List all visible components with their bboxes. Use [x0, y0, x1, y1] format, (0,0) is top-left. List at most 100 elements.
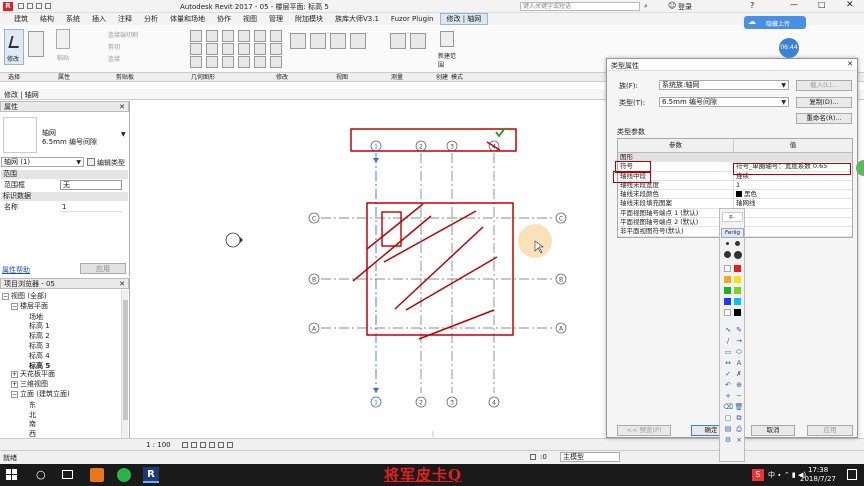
- notification-icon[interactable]: [847, 469, 857, 480]
- color-swatch[interactable]: [724, 265, 731, 272]
- param-row[interactable]: 轴线末段宽度 1: [618, 180, 852, 191]
- maximize-icon[interactable]: □: [818, 0, 826, 9]
- tree-item[interactable]: − 立面 (建筑立面): [2, 390, 120, 400]
- ellipse-icon[interactable]: ⬭: [734, 347, 744, 357]
- expand-toggle-icon[interactable]: −: [2, 293, 9, 300]
- menu-item[interactable]: 修改 | 轴网: [439, 13, 489, 25]
- duplicate-button[interactable]: 复制(D)...: [796, 97, 852, 108]
- measure-icon[interactable]: [410, 33, 426, 49]
- undo-icon[interactable]: ↶: [723, 380, 733, 390]
- ribbon-group-label[interactable]: 选择: [8, 73, 20, 82]
- expand-toggle-icon[interactable]: −: [11, 390, 18, 398]
- cloud-sync-widget[interactable]: ☁ 隐藏上传: [744, 16, 806, 29]
- close-icon[interactable]: ✕: [847, 60, 853, 68]
- scale-icon[interactable]: [238, 43, 250, 55]
- ribbon-group-label[interactable]: 剪贴板: [116, 73, 134, 82]
- menu-item[interactable]: Fuzor Plugin: [385, 13, 440, 25]
- menu-item[interactable]: 系统: [60, 13, 86, 25]
- workset-icon[interactable]: [530, 454, 536, 460]
- view-tool-icon[interactable]: [330, 33, 346, 49]
- color-swatch[interactable]: [734, 298, 741, 305]
- color-swatch[interactable]: [724, 298, 731, 305]
- login-link[interactable]: 登录: [678, 2, 692, 12]
- view-tool-icon[interactable]: [310, 33, 326, 49]
- search-icon[interactable]: ○: [36, 468, 46, 481]
- close-icon[interactable]: ✕: [119, 102, 125, 112]
- param-value[interactable]: [734, 227, 852, 235]
- menu-item[interactable]: 族库大师V3.1: [329, 13, 385, 25]
- tree-item[interactable]: 标高 1: [2, 321, 120, 331]
- model-selector[interactable]: 主模型: [560, 452, 620, 462]
- menu-item[interactable]: 注释: [112, 13, 138, 25]
- copy-icon[interactable]: ⧉: [734, 413, 744, 423]
- param-value[interactable]: [734, 209, 852, 217]
- tree-item[interactable]: 场地: [2, 312, 120, 322]
- param-value[interactable]: 1: [734, 181, 852, 189]
- name-value[interactable]: 1: [60, 202, 122, 212]
- ribbon-group-label[interactable]: 视图: [336, 73, 348, 82]
- color-swatch[interactable]: [734, 265, 741, 272]
- grid-drag-handle-icon[interactable]: [373, 158, 379, 163]
- menu-item[interactable]: 协作: [211, 13, 237, 25]
- rename-button[interactable]: 重命名(R)...: [796, 113, 852, 124]
- elevation-arrow-icon[interactable]: [240, 237, 243, 243]
- color-swatch[interactable]: [724, 276, 731, 283]
- load-button[interactable]: 载入(L)...: [796, 80, 852, 91]
- plus-icon[interactable]: +: [723, 391, 733, 401]
- pen-size-large-icon[interactable]: [724, 251, 731, 258]
- text-icon[interactable]: A: [734, 358, 744, 368]
- ribbon-group-label[interactable]: 测量: [391, 73, 403, 82]
- pen-size-medium-icon[interactable]: [735, 241, 740, 246]
- pen-size-xl-icon[interactable]: [734, 251, 742, 259]
- expand-toggle-icon[interactable]: +: [11, 371, 18, 379]
- hide-icon[interactable]: [227, 442, 233, 448]
- crop-icon[interactable]: [218, 442, 224, 448]
- ribbon-group-label[interactable]: 几何图形: [191, 73, 215, 82]
- rectangle-icon[interactable]: ▭: [723, 347, 733, 357]
- trash-icon[interactable]: 🗑: [734, 402, 744, 412]
- expand-toggle-icon[interactable]: −: [11, 302, 18, 310]
- cut-label[interactable]: 剪切: [108, 42, 120, 51]
- elevation-marker[interactable]: [225, 232, 241, 248]
- menu-item[interactable]: 结构: [34, 13, 60, 25]
- check-icon[interactable]: ✓: [723, 369, 733, 379]
- mirror-axis-icon[interactable]: [270, 43, 282, 55]
- param-value[interactable]: 黑色: [734, 190, 852, 198]
- color-swatch[interactable]: [734, 276, 741, 283]
- tree-item[interactable]: 标高 3: [2, 341, 120, 351]
- app-icon-orange[interactable]: [90, 468, 104, 482]
- tree-item[interactable]: + 天花板平面: [2, 370, 120, 380]
- tree-item[interactable]: 标高 4: [2, 351, 120, 361]
- undo-icon[interactable]: [36, 3, 42, 9]
- cross-icon[interactable]: ✗: [734, 369, 744, 379]
- menu-item[interactable]: 插入: [86, 13, 112, 25]
- category-identity[interactable]: 标识数据: [1, 192, 128, 201]
- split-icon[interactable]: [222, 56, 234, 68]
- edit-type-icon[interactable]: [87, 158, 95, 166]
- double-arrow-icon[interactable]: ↔: [723, 358, 733, 368]
- param-value[interactable]: 轴网线: [734, 199, 852, 207]
- print-icon[interactable]: ⎙: [734, 424, 744, 434]
- new-extent-tool[interactable]: [440, 31, 454, 47]
- group-graphics[interactable]: 图形: [618, 153, 852, 163]
- family-dropdown[interactable]: 系统族:轴网 ▼: [659, 80, 789, 90]
- minimize-icon[interactable]: —: [790, 0, 798, 9]
- ribbon-group-label[interactable]: 属性: [58, 73, 70, 82]
- color-swatch[interactable]: [734, 287, 741, 294]
- detail-level-icon[interactable]: [182, 442, 188, 448]
- mirror-draw-icon[interactable]: [270, 56, 282, 68]
- type-dropdown[interactable]: 6.5mm 编号间隙 ▼: [659, 97, 789, 107]
- ribbon-group-label[interactable]: 创建: [436, 73, 448, 82]
- arrow-icon[interactable]: →: [734, 336, 744, 346]
- page-icon[interactable]: ▢: [723, 413, 733, 423]
- menu-item[interactable]: 附加模块: [289, 13, 329, 25]
- search-input[interactable]: 键入关键字或短语: [520, 2, 640, 11]
- tree-item[interactable]: 标高 2: [2, 331, 120, 341]
- modify-tool[interactable]: 修改: [4, 29, 24, 65]
- visual-style-icon[interactable]: [191, 442, 197, 448]
- tree-item[interactable]: + 三维视图: [2, 380, 120, 390]
- move-icon[interactable]: [206, 43, 218, 55]
- shadows-icon[interactable]: [209, 442, 215, 448]
- tree-item[interactable]: 东: [2, 400, 120, 410]
- close-icon[interactable]: ✕: [846, 0, 854, 10]
